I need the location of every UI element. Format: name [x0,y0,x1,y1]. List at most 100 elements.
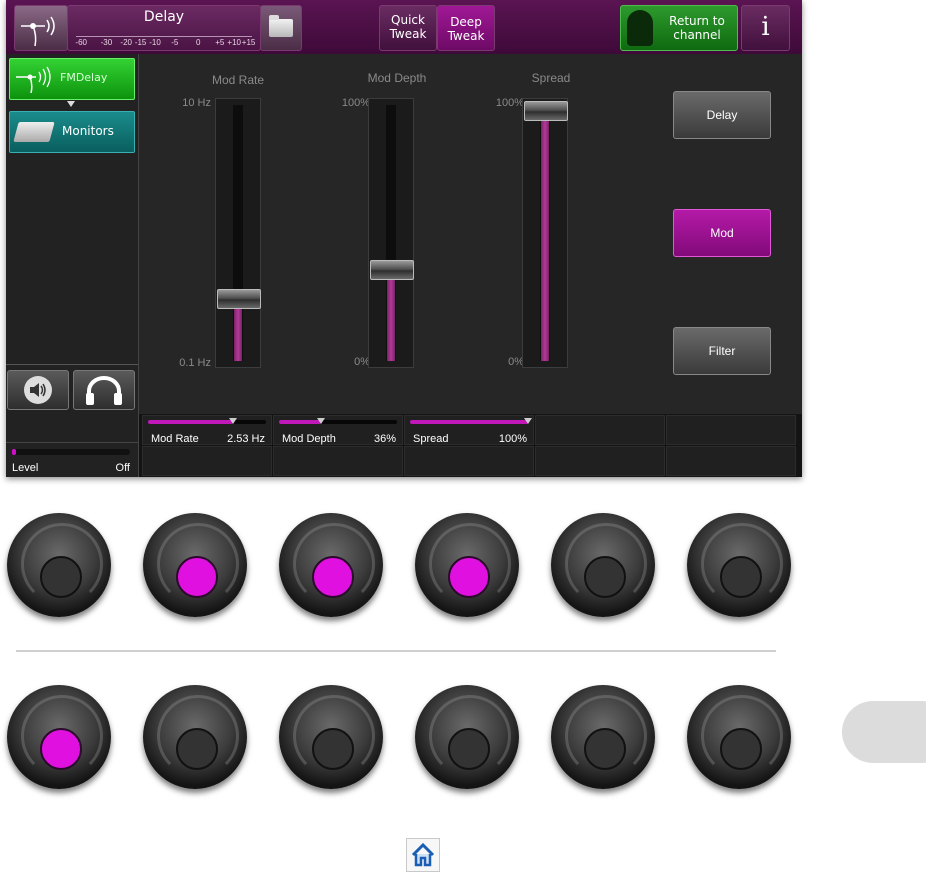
slider-min-mod-rate: 0.1 Hz [179,357,211,369]
slider-fill [387,268,395,361]
filter-section-button[interactable]: Filter [673,327,771,375]
slider-title-mod-rate: Mod Rate [211,73,265,87]
effect-title-box[interactable]: Delay -60 -30 -20 -15 -10 -5 0 +5 +10 +1… [67,5,261,51]
slider-min-spread: 0% [508,356,524,368]
knob-led [584,728,626,770]
quick-tweak-line2: Tweak [389,27,427,41]
knob-row2-1[interactable] [7,685,111,789]
knob-led [312,728,354,770]
slider-max-mod-rate: 10 Hz [182,97,211,109]
delay-section-button[interactable]: Delay [673,91,771,139]
knob-row1-2[interactable] [143,513,247,617]
slider-fill [541,110,549,361]
knob-led [312,556,354,598]
knob-row1-3[interactable] [279,513,383,617]
param-value: 36% [373,433,396,445]
level-bar[interactable] [12,449,130,455]
knob-led [720,728,762,770]
mod-depth-slider[interactable] [368,98,414,368]
effect-icon-button[interactable] [14,5,68,51]
param-bar [410,418,532,424]
param-fill [279,420,322,424]
meter-label: -60 [75,38,87,47]
monitor-speaker-icon [13,122,55,142]
level-fill [12,449,16,455]
knob-row-divider [16,650,776,652]
preset-folder-button[interactable] [260,5,302,51]
return-line2: channel [673,28,721,42]
meter-label: +10 [227,38,241,47]
deep-tweak-button[interactable]: Deep Tweak [437,5,495,51]
chain-item-fmdelay[interactable]: FMDelay [9,58,135,100]
chain-item-monitors[interactable]: Monitors [9,111,135,153]
singer-icon [627,10,653,46]
mod-rate-slider[interactable] [215,98,261,368]
param-bar [279,418,397,424]
meter-label: 0 [195,38,201,47]
speaker-icon [24,376,52,404]
folder-icon [269,15,293,37]
knob-row1-5[interactable] [551,513,655,617]
info-button[interactable]: i [741,5,790,51]
chain-arrow-icon [67,101,75,107]
knob-row2-2[interactable] [143,685,247,789]
return-to-channel-button[interactable]: Return to channel [620,5,738,51]
param-cell-mod-depth[interactable]: Mod Depth 36% [273,415,403,445]
param-marker-icon [228,418,237,424]
meter-ticks [76,30,252,37]
meter-label: -5 [171,38,179,47]
param-cell-empty [666,446,796,476]
knob-led [584,556,626,598]
slider-max-spread: 100% [495,97,524,109]
info-icon: i [761,12,770,42]
spread-slider[interactable] [522,98,568,368]
device-screen: Delay -60 -30 -20 -15 -10 -5 0 +5 +10 +1… [6,0,802,477]
page-tab[interactable] [842,701,926,763]
deep-tweak-line2: Tweak [447,29,485,43]
param-name: Spread [413,433,449,445]
knob-row2-6[interactable] [687,685,791,789]
param-name: Mod Rate [151,433,199,445]
param-fill [410,420,528,424]
knob-row1-4[interactable] [415,513,519,617]
top-toolbar: Delay -60 -30 -20 -15 -10 -5 0 +5 +10 +1… [6,0,802,54]
effect-chain-sidebar: FMDelay Monitors Level Off [6,54,139,477]
level-control[interactable]: Level Off [6,442,138,478]
param-cell-empty [273,446,403,476]
slider-min-mod-depth: 0% [354,356,370,368]
speaker-button[interactable] [7,370,69,410]
meter-label: -20 [120,38,132,47]
slider-max-mod-depth: 100% [341,97,370,109]
param-marker-icon [317,418,326,424]
knob-row1-1[interactable] [7,513,111,617]
quick-tweak-button[interactable]: Quick Tweak [379,5,437,51]
param-marker-icon [524,418,532,424]
slider-thumb[interactable] [217,289,261,310]
home-icon[interactable] [406,838,440,872]
meter-label: +15 [241,38,256,47]
param-cell-spread[interactable]: Spread 100% [404,415,534,445]
param-name: Mod Depth [282,433,336,445]
knob-row1-6[interactable] [687,513,791,617]
slider-thumb[interactable] [370,259,414,280]
knob-row2-3[interactable] [279,685,383,789]
sidebar-divider [6,364,138,365]
param-cell-empty [404,446,534,476]
param-cell-empty [535,446,665,476]
knob-led [176,556,218,598]
param-cell-mod-rate[interactable]: Mod Rate 2.53 Hz [142,415,272,445]
knob-led [448,728,490,770]
mod-section-button[interactable]: Mod [673,209,771,257]
knob-led [40,728,82,770]
param-cell-empty [142,446,272,476]
slider-thumb[interactable] [524,101,568,121]
param-cell-empty [535,415,665,445]
knob-row2-4[interactable] [415,685,519,789]
param-value: 2.53 Hz [227,433,265,445]
headphones-button[interactable] [73,370,135,410]
param-bar [148,418,266,424]
param-cell-empty [666,415,796,445]
meter-label: -30 [100,38,113,47]
effect-title: Delay [143,9,185,25]
knob-row2-5[interactable] [551,685,655,789]
